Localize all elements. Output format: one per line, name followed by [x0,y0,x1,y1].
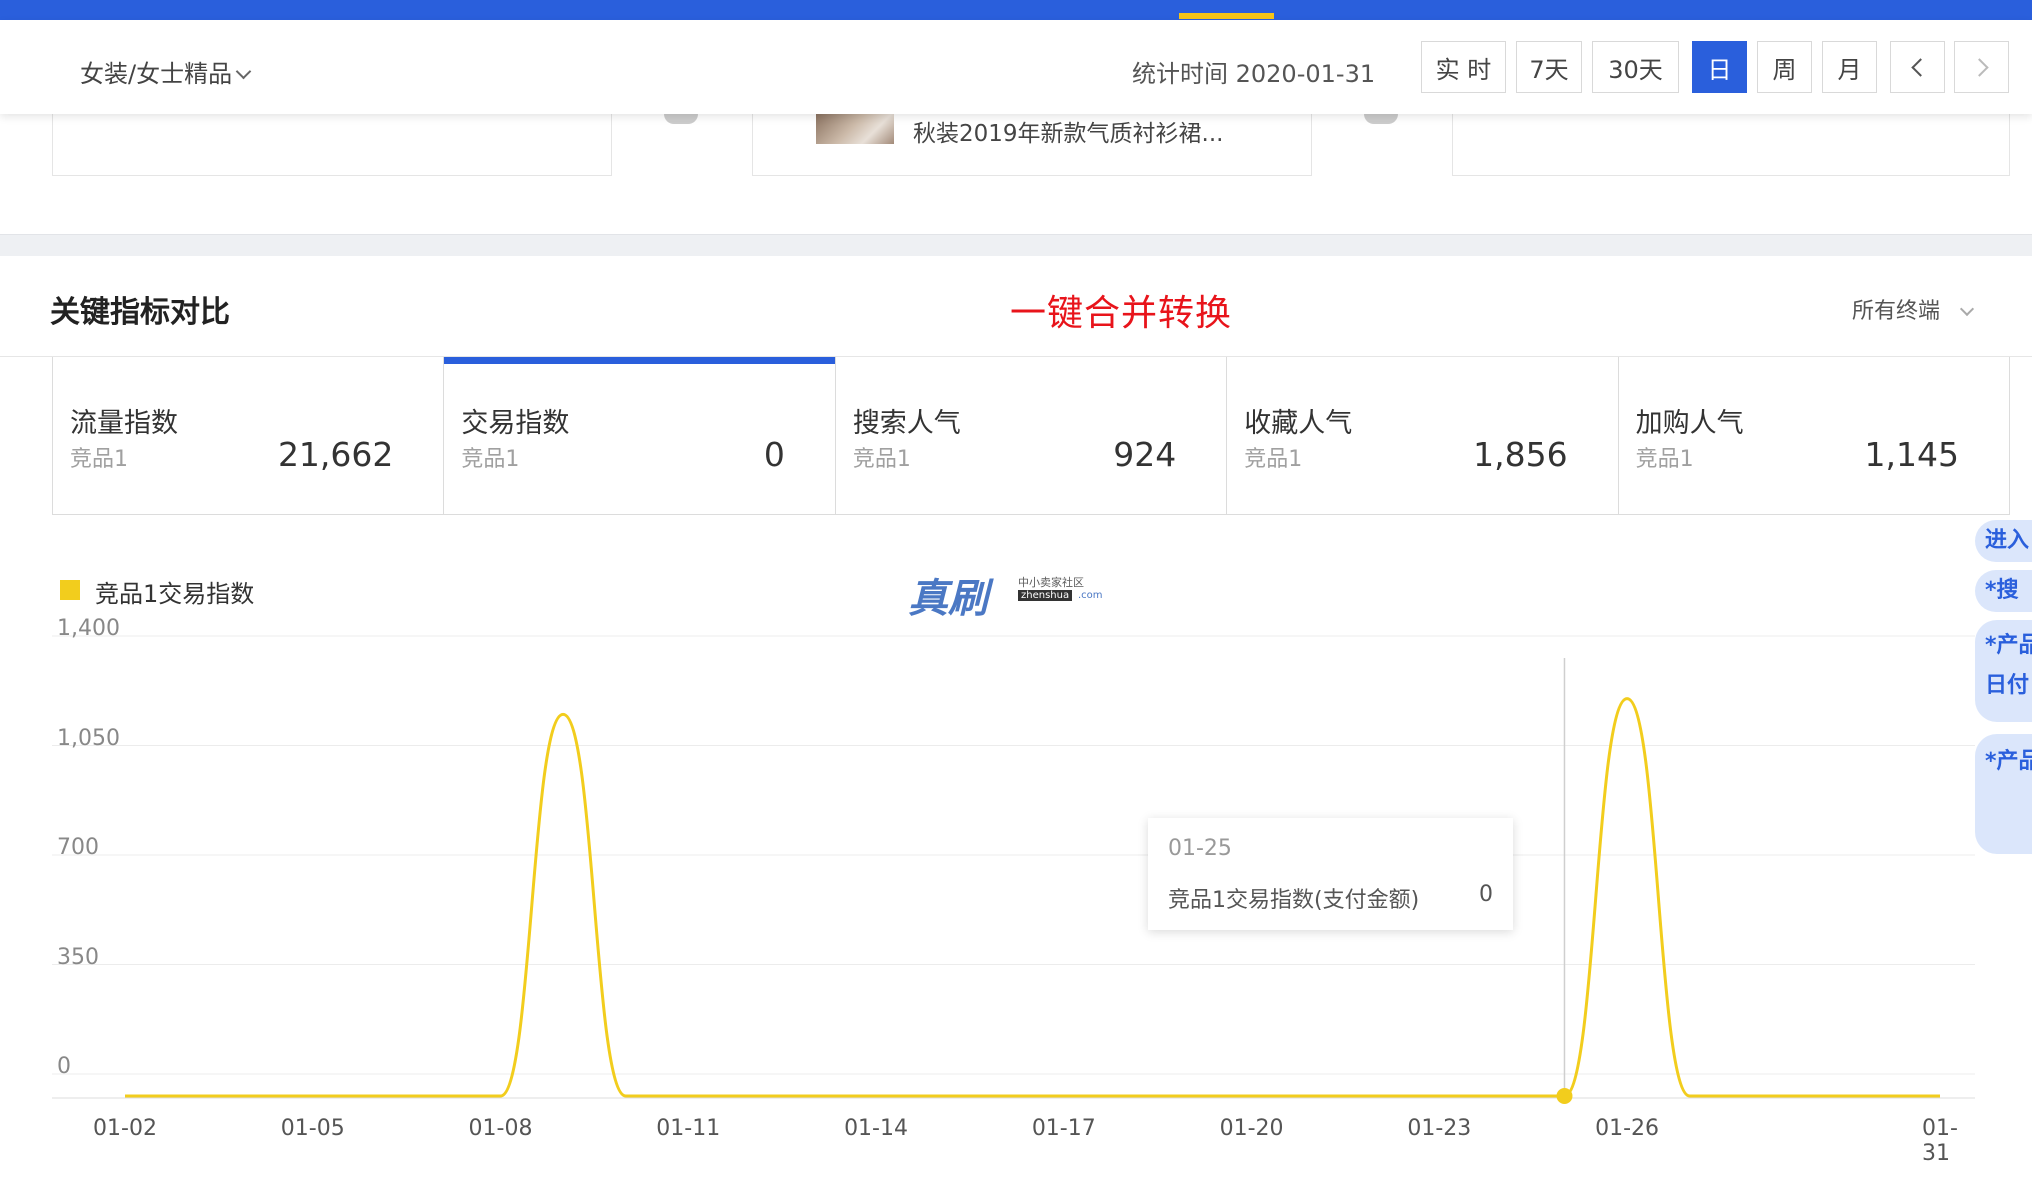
range-7d-button[interactable]: 7天 [1516,41,1582,93]
product-thumbnail [816,114,894,144]
range-week-button[interactable]: 周 [1757,41,1812,93]
promo-text: 一键合并转换 [1010,293,1233,334]
x-tick-label: 01-31 [1922,1116,1958,1166]
x-tick-label: 01-17 [1031,1116,1096,1141]
next-date-button[interactable] [1954,41,2009,93]
metric-value: 1,145 [1864,435,1960,474]
y-tick-label: 700 [57,835,99,860]
metric-sub: 竞品1 [461,447,520,472]
metric-sub: 竞品1 [1244,447,1303,472]
range-realtime-button[interactable]: 实 时 [1421,41,1506,93]
metric-value: 0 [763,435,785,474]
watermark-main: 真刷 [908,575,988,622]
product-name: 秋装2019年新款气质衬衫裙... [913,121,1224,147]
side-pay-label: 日付 [1985,673,2030,698]
side-product-button[interactable]: *产品 日付 [1975,620,2032,722]
x-tick-label: 01-20 [1219,1116,1284,1141]
vs-icon [664,114,698,124]
product-card-3[interactable] [1452,114,2010,176]
section-divider [0,234,2032,256]
metric-tab-favorites[interactable]: 收藏人气 竞品1 1,856 [1227,357,1619,514]
metric-value: 1,856 [1473,435,1568,474]
chevron-right-icon [1969,57,1989,77]
chevron-down-icon [1959,301,1975,317]
stat-time: 统计时间 2020-01-31 [1132,60,1376,88]
side-product-label: *产品 [1985,633,2032,658]
x-tick-label: 01-23 [1407,1116,1472,1141]
metric-value: 21,662 [277,435,394,474]
top-bar [0,0,2032,20]
series-line[interactable] [125,697,1940,1098]
range-month-button[interactable]: 月 [1822,41,1877,93]
terminal-label: 所有终端 [1852,299,1941,324]
x-tick-label: 01-02 [93,1116,157,1141]
metric-tab-cart[interactable]: 加购人气 竞品1 1,145 [1618,357,2010,514]
chevron-down-icon [235,63,252,80]
product-cards: 秋装2019年新款气质衬衫裙... [0,114,2032,234]
x-tick-label: 01-05 [280,1116,345,1141]
chart-tooltip: 01-25 竞品1交易指数(支付金额) 0 [1148,818,1513,930]
metric-tab-search[interactable]: 搜索人气 竞品1 924 [835,357,1228,514]
watermark-sub: 中小卖家社区 [1018,576,1084,589]
highlight-point[interactable] [1556,1088,1573,1104]
category-dropdown[interactable]: 女装/女士精品 [80,54,252,89]
metric-sub: 竞品1 [852,447,911,472]
watermark-logo: 真刷 中小卖家社区 zhenshua .com [908,566,1103,624]
prev-date-button[interactable] [1890,41,1945,93]
metric-label: 搜索人气 [852,408,961,439]
product-card-2[interactable]: 秋装2019年新款气质衬衫裙... [752,114,1312,176]
metric-tab-traffic[interactable]: 流量指数 竞品1 21,662 [53,357,445,514]
side-search-button[interactable]: *搜 [1975,570,2032,612]
metric-sub: 竞品1 [70,447,128,472]
side-float-panel: 进入 *搜 *产品 日付 *产品 [1975,520,2032,855]
metric-label: 加购人气 [1635,408,1744,439]
vs-icon [1364,114,1398,124]
metric-label: 收藏人气 [1244,408,1353,439]
side-enter-button[interactable]: 进入 [1975,520,2032,562]
tooltip-date: 01-25 [1168,836,1232,861]
metric-tabs: 流量指数 竞品1 21,662 交易指数 竞品1 0 搜索人气 竞品1 924 … [52,357,2010,515]
y-tick-label: 350 [57,944,99,970]
tooltip-value: 0 [1479,882,1493,907]
x-tick-label: 01-11 [656,1116,721,1141]
x-tick-label: 01-14 [844,1116,908,1141]
section-title: 关键指标对比 [50,295,230,330]
metric-label: 流量指数 [70,408,178,439]
y-tick-label: 1,050 [57,725,120,751]
header: 女装/女士精品 统计时间 2020-01-31 实 时 7天 30天 日 周 月 [0,20,2032,114]
product-card-1[interactable] [52,114,612,176]
metric-label: 交易指数 [461,408,570,439]
range-day-button[interactable]: 日 [1692,41,1747,93]
category-label: 女装/女士精品 [80,60,233,88]
x-tick-label: 01-26 [1595,1116,1660,1141]
chevron-left-icon [1910,57,1930,77]
metric-sub: 竞品1 [1635,447,1694,472]
metric-value: 924 [1113,435,1177,474]
metric-tab-trade[interactable]: 交易指数 竞品1 0 [444,357,836,514]
watermark-tld: .com [1078,590,1103,601]
y-tick-label: 1,400 [57,616,120,641]
range-30d-button[interactable]: 30天 [1592,41,1679,93]
side-product2-label: *产品 [1985,749,2032,774]
side-product2-button[interactable]: *产品 [1975,734,2032,854]
x-tick-label: 01-08 [468,1116,533,1141]
y-tick-label: 0 [57,1054,71,1079]
tooltip-series: 竞品1交易指数(支付金额) [1168,888,1420,913]
terminal-dropdown[interactable]: 所有终端 [1852,293,1975,325]
top-bar-accent [1179,13,1274,19]
watermark-domain: zhenshua [1018,590,1073,601]
